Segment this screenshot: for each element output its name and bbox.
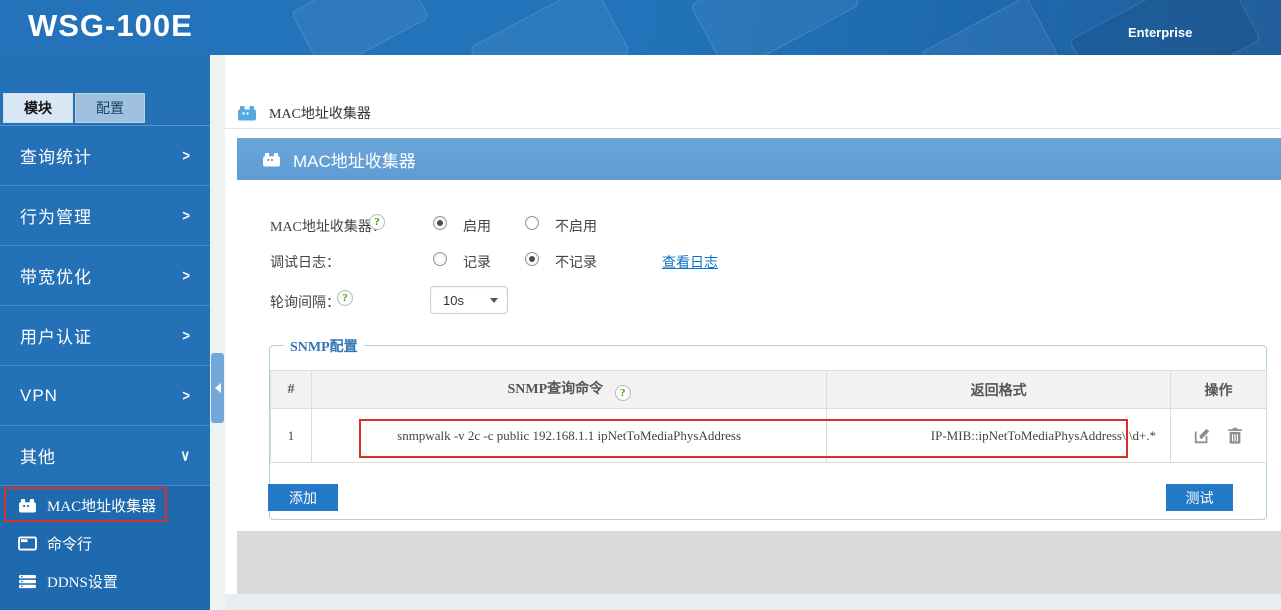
help-icon[interactable]: ?: [369, 214, 385, 230]
chevron-right-icon: >: [182, 266, 190, 285]
collector-icon: [238, 106, 256, 121]
poll-interval-label: 轮询间隔：: [270, 296, 340, 311]
keyboard-texture: [290, 0, 430, 55]
row-index-cell: 1: [270, 408, 312, 463]
tab-modules[interactable]: 模块: [3, 93, 73, 123]
poll-interval-value: 10s: [443, 292, 464, 308]
row-operations-cell: [1170, 408, 1267, 463]
breadcrumb: MAC地址收集器: [237, 103, 371, 123]
footer-strip: [225, 594, 1281, 610]
collector-icon: [19, 498, 36, 513]
delete-icon[interactable]: [1226, 427, 1244, 445]
sidebar-submenu-other: MAC地址收集器 命令行 DDNS设置: [0, 486, 210, 610]
breadcrumb-label: MAC地址收集器: [269, 107, 371, 122]
sidebar-item-behavior-mgmt[interactable]: 行为管理 >: [0, 186, 210, 246]
footer-gray-block: [237, 531, 1281, 594]
col-header-command: SNMP查询命令 ?: [310, 370, 828, 409]
sidebar: 模块 配置 查询统计 > 行为管理 > 带宽优化 > 用户认证 > VPN >: [0, 55, 210, 610]
server-icon: [19, 574, 36, 588]
collector-icon: [263, 152, 280, 167]
sidebar-item-other[interactable]: 其他 ∨: [0, 426, 210, 486]
snmp-command-table: # SNMP查询命令 ? 返回格式 操作 1 snmpwalk -v 2c -c…: [270, 370, 1267, 463]
chevron-down-icon: [490, 297, 498, 303]
sidebar-tabs: 模块 配置: [3, 93, 147, 123]
test-button[interactable]: 测试: [1166, 484, 1233, 511]
radio-log-record-label[interactable]: 记录: [463, 252, 491, 272]
help-icon[interactable]: ?: [337, 290, 353, 306]
radio-log-norecord[interactable]: [525, 252, 539, 266]
sidebar-item-command-line[interactable]: 命令行: [0, 524, 210, 562]
sidebar-gap: [210, 55, 225, 610]
sidebar-collapse-handle[interactable]: [211, 353, 224, 423]
chevron-right-icon: >: [182, 326, 190, 345]
breadcrumb-divider: [225, 128, 1281, 129]
col-header-index: #: [270, 370, 312, 409]
keyboard-texture: [920, 0, 1060, 55]
add-button[interactable]: 添加: [268, 484, 338, 511]
col-header-format: 返回格式: [826, 370, 1172, 409]
sidebar-menu: 查询统计 > 行为管理 > 带宽优化 > 用户认证 > VPN > 其他 ∨: [0, 125, 210, 486]
snmp-config-legend: SNMP配置: [284, 336, 364, 356]
chevron-right-icon: >: [182, 146, 190, 165]
sidebar-item-ddns-settings[interactable]: DDNS设置: [0, 562, 210, 600]
app-logo: WSG-100E: [28, 8, 193, 43]
debug-log-label: 调试日志：: [270, 256, 340, 271]
edit-icon[interactable]: [1193, 427, 1211, 445]
sidebar-item-mac-collector[interactable]: MAC地址收集器: [0, 486, 210, 524]
view-log-link[interactable]: 查看日志: [662, 252, 718, 272]
keyboard-texture: [690, 0, 860, 55]
wsg-admin-page: WSG-100E Enterprise 模块 配置 查询统计 > 行为管理 > …: [0, 0, 1281, 610]
radio-disable[interactable]: [525, 216, 539, 230]
radio-log-record[interactable]: [433, 252, 447, 266]
sidebar-item-query-stats[interactable]: 查询统计 >: [0, 126, 210, 186]
main-content: MAC地址收集器 MAC地址收集器 MAC地址收集器： ? 启用 不启用 调试日…: [225, 55, 1281, 610]
tab-config[interactable]: 配置: [75, 93, 145, 123]
sidebar-item-bandwidth[interactable]: 带宽优化 >: [0, 246, 210, 306]
panel-header: MAC地址收集器: [237, 138, 1281, 180]
collapse-left-arrow-icon: [214, 383, 221, 393]
sidebar-item-user-auth[interactable]: 用户认证 >: [0, 306, 210, 366]
radio-enable-label[interactable]: 启用: [463, 216, 491, 236]
panel-title: MAC地址收集器: [293, 151, 416, 171]
table-header-row: # SNMP查询命令 ? 返回格式 操作: [270, 370, 1267, 409]
row-command-cell: snmpwalk -v 2c -c public 192.168.1.1 ipN…: [310, 408, 828, 463]
table-row: 1 snmpwalk -v 2c -c public 192.168.1.1 i…: [270, 408, 1267, 463]
chevron-right-icon: >: [182, 206, 190, 225]
help-icon[interactable]: ?: [614, 385, 631, 401]
edition-label: Enterprise: [1128, 25, 1193, 40]
chevron-right-icon: >: [182, 386, 190, 405]
col-header-operations: 操作: [1170, 370, 1267, 409]
poll-interval-select[interactable]: 10s: [430, 286, 508, 314]
row-format-cell: IP-MIB::ipNetToMediaPhysAddress\.\d+.*: [826, 408, 1172, 463]
keyboard-texture: [469, 0, 631, 55]
radio-enable[interactable]: [433, 216, 447, 230]
radio-log-norecord-label[interactable]: 不记录: [555, 252, 597, 272]
top-bar: WSG-100E Enterprise: [0, 0, 1281, 55]
chevron-down-icon: ∨: [180, 446, 190, 464]
terminal-icon: [18, 535, 37, 551]
sidebar-item-vpn[interactable]: VPN >: [0, 366, 210, 426]
radio-disable-label[interactable]: 不启用: [555, 216, 597, 236]
